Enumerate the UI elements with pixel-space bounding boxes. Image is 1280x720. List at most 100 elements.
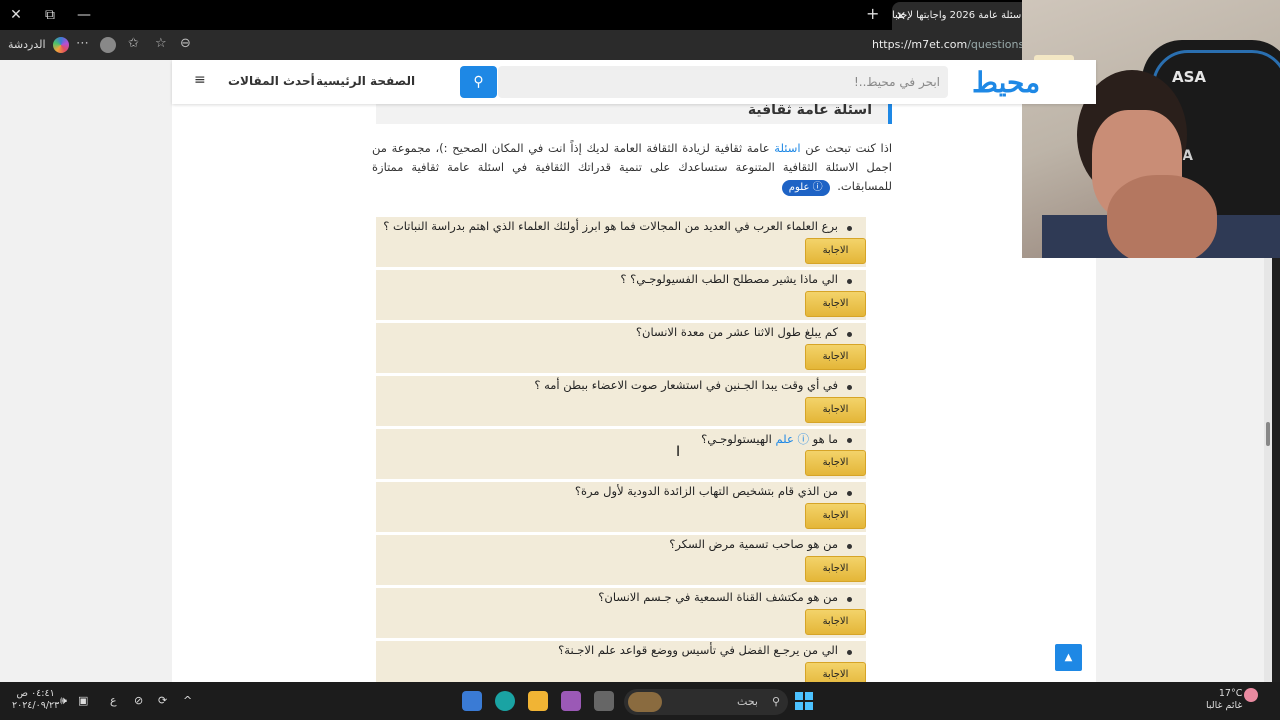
answer-button[interactable]: الاجابة (805, 609, 866, 635)
copilot-app-icon[interactable] (561, 691, 581, 711)
taskbar-search[interactable]: ⚲ بحث (624, 689, 788, 715)
topic-pill[interactable]: ⓘ علوم (781, 180, 830, 196)
question-text: الي من يرجـع الفضل في تأسيس ووضع قواعد ع… (558, 643, 838, 657)
network-icon[interactable]: ▣ (78, 694, 88, 707)
bullet-icon (847, 226, 852, 231)
site-header: محيط ابحر في محيط..! ⚲ الصفحة الرئيسية أ… (172, 60, 1096, 104)
bullet-icon (847, 491, 852, 496)
clock-time: ٠٤:٤١ ص (16, 688, 55, 699)
chat-button[interactable]: الدردشة (8, 37, 70, 53)
sync-icon[interactable]: ⟳ (158, 694, 167, 707)
volume-icon[interactable]: 🕪 (60, 694, 67, 708)
chevron-up-icon[interactable]: ^ (183, 694, 192, 707)
chevron-up-icon: ▲ (1064, 652, 1073, 663)
nav-home[interactable]: الصفحة الرئيسية (316, 74, 415, 88)
bullet-icon (847, 279, 852, 284)
chat-label: الدردشة (8, 38, 46, 51)
taskbar-search-label: بحث (737, 695, 758, 708)
close-window-button[interactable]: ✕ (3, 3, 29, 27)
question-item: في أي وقت يبدا الجـنين في استشعار صوت ال… (376, 376, 866, 426)
question-text-after: الهيستولوجـي؟ (701, 432, 772, 446)
intro-text-before: اذا كنت تبحث عن (805, 141, 893, 155)
webcam-overlay: ASA SA (1022, 0, 1280, 258)
add-favorite-icon[interactable]: ☆ (155, 36, 167, 51)
webcam-person-hand (1107, 175, 1217, 258)
copilot-icon (53, 37, 70, 53)
site-logo[interactable]: محيط (972, 66, 1040, 99)
info-icon: ⓘ (793, 432, 810, 446)
answer-button[interactable]: الاجابة (805, 238, 866, 264)
question-list: برع العلماء العرب في العديد من المجالات … (376, 217, 866, 682)
question-item: الي ماذا يشير مصطلح الطب الفسيولوجـي؟ ؟ … (376, 270, 866, 320)
question-text: من الذي قام بتشخيص التهاب الزائدة الدودي… (574, 484, 838, 498)
search-highlight-image (628, 692, 662, 712)
answer-button[interactable]: الاجابة (805, 503, 866, 529)
browser-tab[interactable]: ✕ اسئلة عامة 2026 واجابتها لإختبار (892, 2, 1032, 30)
question-item: من هو صاحب تسمية مرض السكر؟ الاجابة (376, 535, 866, 585)
question-text: من هو مكتشف القناة السمعية في جـسم الانس… (598, 590, 838, 604)
info-icon: ⓘ (809, 182, 823, 193)
question-text: الي ماذا يشير مصطلح الطب الفسيولوجـي؟ ؟ (620, 272, 838, 286)
scrollbar-thumb[interactable] (1266, 422, 1270, 446)
extensions-icon[interactable]: ⊖ (180, 36, 191, 51)
restore-window-button[interactable]: ⧉ (37, 3, 63, 27)
question-link-label: علم (775, 432, 794, 446)
question-item: ما هو ⓘ علم الهيستولوجـي؟ الاجابة (376, 429, 866, 479)
tab-title: اسئلة عامة 2026 واجابتها لإختبار (892, 10, 1024, 21)
more-options-icon[interactable]: ⋯ (76, 36, 89, 51)
bullet-icon (847, 332, 852, 337)
new-tab-button[interactable]: + (866, 4, 879, 23)
windows-start-icon[interactable] (795, 692, 813, 710)
edge-app-icon[interactable] (495, 691, 515, 711)
bullet-icon (847, 385, 852, 390)
weather-widget[interactable]: 17°C غائم غالبا (1206, 688, 1242, 712)
profile-avatar[interactable] (100, 37, 116, 53)
store-app-icon[interactable] (462, 691, 482, 711)
bullet-icon (847, 438, 852, 443)
question-item: برع العلماء العرب في العديد من المجالات … (376, 217, 866, 267)
page-content: محيط ابحر في محيط..! ⚲ الصفحة الرئيسية أ… (172, 60, 1096, 682)
url-host: https://m7et.com (872, 38, 968, 51)
question-text-before: ما هو (812, 432, 838, 446)
answer-button[interactable]: الاجابة (805, 291, 866, 317)
weather-text: غائم غالبا (1206, 700, 1243, 711)
nav-latest[interactable]: أحدث المقالات (228, 74, 315, 88)
question-item: كم يبلغ طول الاثنا عشر من معدة الانسان؟ … (376, 323, 866, 373)
text-cursor-icon: I (676, 444, 681, 460)
intro-paragraph: اذا كنت تبحث عن اسئلة عامة ثقافية لزيادة… (372, 139, 892, 196)
question-text: في أي وقت يبدا الجـنين في استشعار صوت ال… (534, 378, 838, 392)
question-text: ما هو ⓘ علم الهيستولوجـي؟ (701, 431, 838, 447)
question-text: كم يبلغ طول الاثنا عشر من معدة الانسان؟ (635, 325, 838, 339)
search-icon: ⚲ (473, 74, 484, 90)
weather-icon (1244, 688, 1258, 702)
close-tab-icon[interactable]: ✕ (896, 2, 906, 30)
question-text: برع العلماء العرب في العديد من المجالات … (383, 219, 838, 233)
question-item: من هو مكتشف القناة السمعية في جـسم الانس… (376, 588, 866, 638)
question-text: من هو صاحب تسمية مرض السكر؟ (669, 537, 838, 551)
chair-logo-text: ASA (1172, 68, 1207, 86)
minimize-window-button[interactable]: — (71, 3, 97, 27)
question-link[interactable]: ⓘ علم (776, 432, 809, 446)
answer-button[interactable]: الاجابة (805, 397, 866, 423)
favorites-icon[interactable]: ✩ (128, 36, 139, 51)
question-item: من الذي قام بتشخيص التهاب الزائدة الدودي… (376, 482, 866, 532)
back-to-top-button[interactable]: ▲ (1055, 644, 1082, 671)
system-clock[interactable]: ٠٤:٤١ ص ٢٠٢٤/٠٩/٢٣ (12, 688, 59, 712)
answer-button[interactable]: الاجابة (805, 662, 866, 682)
bullet-icon (847, 650, 852, 655)
hamburger-menu-icon[interactable]: ≡ (194, 72, 206, 88)
search-button[interactable]: ⚲ (460, 66, 497, 98)
intro-link[interactable]: اسئلة (774, 141, 800, 155)
bullet-icon (847, 544, 852, 549)
app-icon[interactable] (594, 691, 614, 711)
answer-button[interactable]: الاجابة (805, 450, 866, 476)
search-icon: ⚲ (771, 695, 780, 708)
file-explorer-icon[interactable] (528, 691, 548, 711)
topic-pill-label: علوم (788, 182, 810, 193)
answer-button[interactable]: الاجابة (805, 556, 866, 582)
answer-button[interactable]: الاجابة (805, 344, 866, 370)
search-input[interactable]: ابحر في محيط..! (498, 66, 948, 98)
language-indicator[interactable]: ع (110, 694, 117, 707)
notification-muted-icon[interactable]: ⊘ (134, 694, 143, 707)
bullet-icon (847, 597, 852, 602)
